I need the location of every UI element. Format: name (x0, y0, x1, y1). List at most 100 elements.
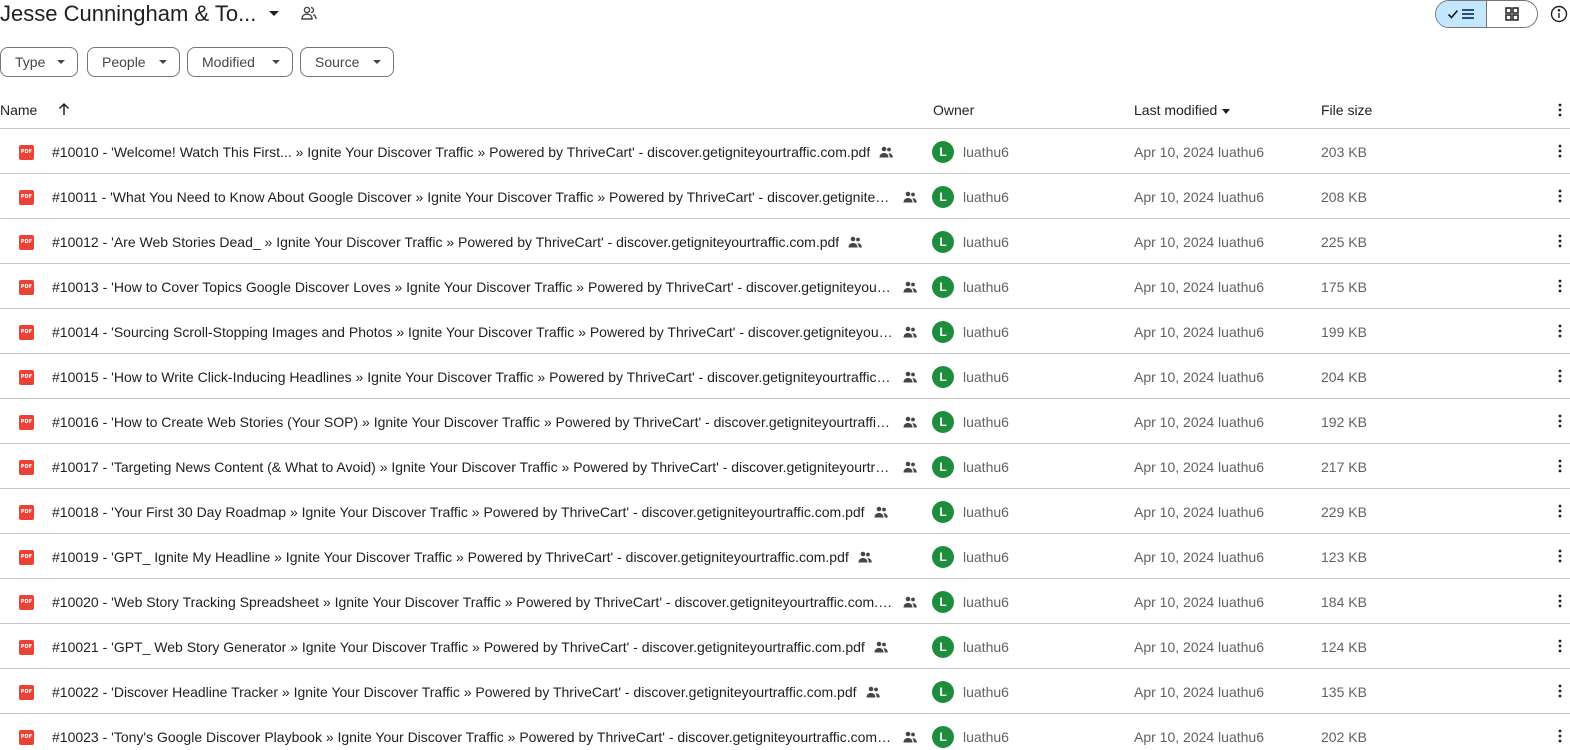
check-icon (1447, 9, 1459, 19)
filter-label: Source (315, 54, 360, 70)
file-name[interactable]: #10022 - 'Discover Headline Tracker » Ig… (52, 684, 857, 700)
pdf-icon: PDF (19, 730, 34, 745)
caret-down-icon[interactable] (266, 5, 282, 21)
more-vert-icon[interactable] (1552, 188, 1568, 204)
sort-ascending-arrow-icon[interactable] (56, 101, 72, 117)
file-name-cell: #10016 - 'How to Create Web Stories (You… (52, 412, 918, 432)
owner-avatar[interactable]: L (932, 636, 954, 658)
more-vert-icon[interactable] (1552, 548, 1568, 564)
more-vert-icon[interactable] (1552, 143, 1568, 159)
more-vert-icon[interactable] (1552, 102, 1568, 118)
last-modified: Apr 10, 2024 luathu6 (1134, 504, 1264, 520)
last-modified: Apr 10, 2024 luathu6 (1134, 594, 1264, 610)
file-row[interactable]: PDF #10015 - 'How to Write Click-Inducin… (0, 354, 1570, 399)
owner-avatar[interactable]: L (932, 411, 954, 433)
file-name-cell: #10018 - 'Your First 30 Day Roadmap » Ig… (52, 502, 889, 522)
column-name-header[interactable]: Name (0, 102, 37, 118)
filter-source-chip[interactable]: Source (300, 47, 394, 77)
file-row[interactable]: PDF #10014 - 'Sourcing Scroll-Stopping I… (0, 309, 1570, 354)
owner-avatar[interactable]: L (932, 366, 954, 388)
list-view-button[interactable] (1436, 1, 1487, 27)
pdf-icon: PDF (19, 550, 34, 565)
more-vert-icon[interactable] (1552, 638, 1568, 654)
file-name[interactable]: #10015 - 'How to Write Click-Inducing He… (52, 369, 894, 385)
file-size: 124 KB (1321, 639, 1367, 655)
file-row[interactable]: PDF #10023 - 'Tony's Google Discover Pla… (0, 714, 1570, 750)
info-icon[interactable] (1550, 5, 1568, 23)
file-row[interactable]: PDF #10016 - 'How to Create Web Stories … (0, 399, 1570, 444)
file-row[interactable]: PDF #10022 - 'Discover Headline Tracker … (0, 669, 1570, 714)
file-row[interactable]: PDF #10019 - 'GPT_ Ignite My Headline » … (0, 534, 1570, 579)
file-name[interactable]: #10023 - 'Tony's Google Discover Playboo… (52, 729, 894, 745)
owner-avatar[interactable]: L (932, 276, 954, 298)
owner-avatar[interactable]: L (932, 681, 954, 703)
file-row[interactable]: PDF #10011 - 'What You Need to Know Abou… (0, 174, 1570, 219)
file-name[interactable]: #10018 - 'Your First 30 Day Roadmap » Ig… (52, 504, 865, 520)
last-modified: Apr 10, 2024 luathu6 (1134, 684, 1264, 700)
owner-avatar[interactable]: L (932, 456, 954, 478)
last-modified: Apr 10, 2024 luathu6 (1134, 369, 1264, 385)
more-vert-icon[interactable] (1552, 233, 1568, 249)
file-name[interactable]: #10014 - 'Sourcing Scroll-Stopping Image… (52, 324, 894, 340)
owner-name: luathu6 (963, 189, 1009, 205)
more-vert-icon[interactable] (1552, 683, 1568, 699)
owner-avatar[interactable]: L (932, 231, 954, 253)
owner-avatar[interactable]: L (932, 591, 954, 613)
owner-avatar[interactable]: L (932, 726, 954, 748)
more-vert-icon[interactable] (1552, 413, 1568, 429)
file-name[interactable]: #10017 - 'Targeting News Content (& What… (52, 459, 894, 475)
file-list-header: Name Owner Last modified File size (0, 92, 1570, 129)
shared-people-icon (858, 551, 872, 563)
pdf-icon: PDF (19, 640, 34, 655)
column-owner-header[interactable]: Owner (933, 102, 974, 118)
file-name[interactable]: #10013 - 'How to Cover Topics Google Dis… (52, 279, 894, 295)
more-vert-icon[interactable] (1552, 593, 1568, 609)
file-name-cell: #10017 - 'Targeting News Content (& What… (52, 457, 918, 477)
file-name[interactable]: #10020 - 'Web Story Tracking Spreadsheet… (52, 594, 894, 610)
file-row[interactable]: PDF #10010 - 'Welcome! Watch This First.… (0, 129, 1570, 174)
column-file-size-header[interactable]: File size (1321, 102, 1372, 118)
file-name-cell: #10023 - 'Tony's Google Discover Playboo… (52, 727, 918, 747)
last-modified: Apr 10, 2024 luathu6 (1134, 549, 1264, 565)
file-name[interactable]: #10011 - 'What You Need to Know About Go… (52, 189, 894, 205)
file-name[interactable]: #10016 - 'How to Create Web Stories (You… (52, 414, 894, 430)
file-name[interactable]: #10019 - 'GPT_ Ignite My Headline » Igni… (52, 549, 849, 565)
folder-title[interactable]: Jesse Cunningham & To... (0, 0, 256, 28)
owner-name: luathu6 (963, 279, 1009, 295)
pdf-icon: PDF (19, 325, 34, 340)
last-modified: Apr 10, 2024 luathu6 (1134, 729, 1264, 745)
owner-name: luathu6 (963, 594, 1009, 610)
owner-avatar[interactable]: L (932, 321, 954, 343)
owner-avatar[interactable]: L (932, 501, 954, 523)
file-row[interactable]: PDF #10017 - 'Targeting News Content (& … (0, 444, 1570, 489)
file-size: 204 KB (1321, 369, 1367, 385)
more-vert-icon[interactable] (1552, 278, 1568, 294)
more-vert-icon[interactable] (1552, 728, 1568, 744)
last-modified: Apr 10, 2024 luathu6 (1134, 324, 1264, 340)
owner-avatar[interactable]: L (932, 141, 954, 163)
file-row[interactable]: PDF #10020 - 'Web Story Tracking Spreads… (0, 579, 1570, 624)
more-vert-icon[interactable] (1552, 368, 1568, 384)
file-row[interactable]: PDF #10013 - 'How to Cover Topics Google… (0, 264, 1570, 309)
file-row[interactable]: PDF #10018 - 'Your First 30 Day Roadmap … (0, 489, 1570, 534)
filter-modified-chip[interactable]: Modified (187, 47, 293, 77)
more-vert-icon[interactable] (1552, 323, 1568, 339)
file-row[interactable]: PDF #10012 - 'Are Web Stories Dead_ » Ig… (0, 219, 1570, 264)
owner-avatar[interactable]: L (932, 186, 954, 208)
shared-people-icon (903, 731, 917, 743)
file-name[interactable]: #10010 - 'Welcome! Watch This First... »… (52, 144, 870, 160)
filter-type-chip[interactable]: Type (0, 47, 78, 77)
list-icon (1462, 9, 1474, 19)
column-last-modified-header[interactable]: Last modified (1134, 102, 1231, 118)
shared-people-icon[interactable] (300, 4, 318, 22)
file-row[interactable]: PDF #10021 - 'GPT_ Web Story Generator »… (0, 624, 1570, 669)
shared-people-icon (903, 326, 917, 338)
more-vert-icon[interactable] (1552, 458, 1568, 474)
file-name[interactable]: #10012 - 'Are Web Stories Dead_ » Ignite… (52, 234, 839, 250)
file-name[interactable]: #10021 - 'GPT_ Web Story Generator » Ign… (52, 639, 865, 655)
shared-people-icon (874, 506, 888, 518)
owner-avatar[interactable]: L (932, 546, 954, 568)
filter-people-chip[interactable]: People (87, 47, 180, 77)
grid-view-button[interactable] (1487, 1, 1537, 27)
more-vert-icon[interactable] (1552, 503, 1568, 519)
